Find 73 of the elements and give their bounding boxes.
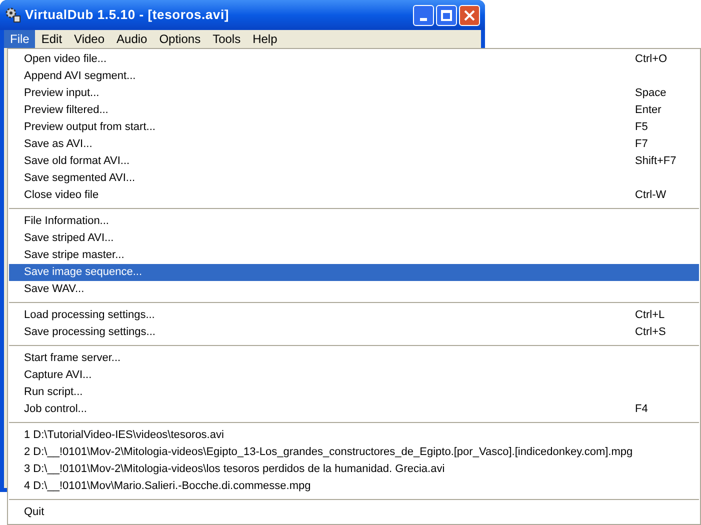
menu-label: 3 D:\__!0101\Mov-2\Mitologia-videos\los tesoros perdidos de la humanidad. Grecia.avi (24, 462, 445, 478)
menu-entry[interactable]: Open video file... Ctrl+O (9, 51, 699, 68)
menu-label: 4 D:\__!0101\Mov\Mario.Salieri.-Bocche.di.commesse.mpg (24, 479, 311, 494)
menu-entry[interactable]: Save striped AVI... (9, 230, 699, 247)
menu-entry[interactable]: Quit (9, 504, 699, 521)
menu-entry[interactable]: 4 D:\__!0101\Mov\Mario.Salieri.-Bocche.di.commesse.mpg (9, 478, 699, 495)
menu-label: Save as AVI... (24, 137, 92, 152)
menu-label: Start frame server... (24, 351, 121, 366)
menu-entry[interactable]: 2 D:\__!0101\Mov-2\Mitologia-videos\Egipto_13-Los_grandes_constructores_de_Egipto.[por_Vasco].[indicedonkey.com].mpg (9, 444, 699, 461)
menu-label: Save WAV... (24, 282, 84, 298)
menu-entry[interactable]: Save WAV... (9, 281, 699, 298)
menu-label: Capture AVI... (24, 368, 92, 384)
menu-item[interactable]: File (4, 30, 36, 48)
menu-label: Run script... (24, 385, 83, 400)
gear-icon (5, 7, 21, 23)
menu-item[interactable]: Edit (35, 30, 68, 48)
shortcut-label: Enter (635, 103, 662, 118)
menu-label: Save processing settings... (24, 325, 156, 340)
menu-entry[interactable]: Capture AVI... (9, 367, 699, 384)
menu-label: Save old format AVI... (24, 154, 130, 170)
menu-entry[interactable]: File Information... (9, 213, 699, 230)
menu-label: 1 D:\TutorialVideo-IES\videos\tesoros.avi (24, 428, 224, 444)
menu-label: Append AVI segment... (24, 69, 136, 84)
menu-label: Save image sequence... (24, 265, 142, 280)
menu-entry[interactable]: Load processing settings... Ctrl+L (9, 307, 699, 324)
shortcut-label: F4 (635, 402, 649, 418)
menu-entry[interactable]: Close video file Ctrl-W (9, 187, 699, 204)
shortcut-label: Space (635, 86, 668, 102)
menu-label: Preview filtered... (24, 103, 108, 118)
maximize-button[interactable] (436, 4, 457, 26)
menu-item[interactable]: Audio (110, 30, 154, 48)
menu-label: Preview input... (24, 86, 100, 102)
menu-entry[interactable]: Save as AVI... F7 (9, 136, 699, 153)
menu-entry[interactable]: Save processing settings... Ctrl+S (9, 324, 699, 341)
menu-entry[interactable]: Preview filtered... Enter (9, 102, 699, 119)
close-icon (464, 10, 475, 20)
menu-entry[interactable]: Append AVI segment... (9, 68, 699, 85)
menu-entry[interactable]: Start frame server... (9, 350, 699, 367)
close-button[interactable] (459, 4, 480, 26)
menu-label: 2 D:\__!0101\Mov-2\Mitologia-videos\Egipto_13-Los_grandes_constructores_de_Egipto.[por_Vasco].[indicedonkey.com].mpg (24, 445, 633, 460)
menu-entry[interactable]: 1 D:\TutorialVideo-IES\videos\tesoros.avi (9, 427, 699, 444)
menu-entry[interactable]: 3 D:\__!0101\Mov-2\Mitologia-videos\los tesoros perdidos de la humanidad. Grecia.avi (9, 461, 699, 478)
menu-item[interactable]: Help (246, 30, 284, 48)
menu-entry[interactable]: Save old format AVI... Shift+F7 (9, 153, 699, 170)
menu-entry[interactable]: Save stripe master... (9, 247, 699, 264)
menu-label: Job control... (24, 402, 87, 418)
menu-entry[interactable]: Job control... F4 (9, 401, 699, 418)
shortcut-label: Ctrl+O (635, 52, 668, 68)
menu-entry[interactable]: Save image sequence... (9, 264, 699, 281)
shortcut-label: F5 (635, 120, 649, 136)
shortcut-label: Ctrl+L (635, 308, 666, 324)
menu-item[interactable]: Options (153, 30, 207, 48)
minimize-button[interactable] (413, 4, 434, 26)
menu-label: Close video file (24, 188, 99, 204)
menu-label: Save striped AVI... (24, 231, 114, 246)
menu-entry[interactable]: Preview input... Space (9, 85, 699, 102)
menu-entry[interactable]: Save segmented AVI... (9, 170, 699, 187)
shortcut-label: Ctrl+S (635, 325, 667, 340)
menu-label: Save segmented AVI... (24, 171, 136, 186)
menu-item[interactable]: Tools (206, 30, 247, 48)
menu-label: Open video file... (24, 52, 107, 68)
menu-item[interactable]: Video (68, 30, 111, 48)
menu-label: Preview output from start... (24, 120, 156, 136)
menu-label: File Information... (24, 214, 109, 230)
menu-label: Quit (24, 505, 44, 520)
shortcut-label: Shift+F7 (635, 154, 678, 170)
menu-label: Save stripe master... (24, 248, 124, 264)
menu-label: Load processing settings... (24, 308, 155, 324)
menu-entry[interactable]: Run script... (9, 384, 699, 401)
shortcut-label: F7 (635, 137, 649, 152)
shortcut-label: Ctrl-W (635, 188, 668, 204)
menu-entry[interactable]: Preview output from start... F5 (9, 119, 699, 136)
window-title: VirtualDub 1.5.10 - [tesoros.avi] (25, 6, 229, 24)
